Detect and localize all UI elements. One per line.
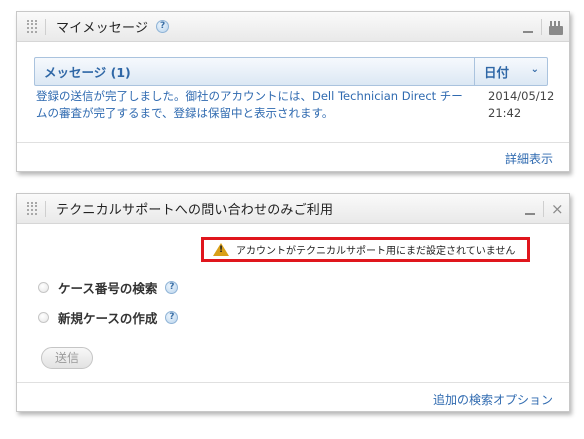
header-action-divider bbox=[543, 201, 544, 217]
help-icon[interactable]: ? bbox=[165, 311, 179, 324]
minimize-icon[interactable] bbox=[525, 200, 535, 218]
submit-button[interactable]: 送信 bbox=[41, 347, 93, 369]
details-link[interactable]: 詳細表示 bbox=[505, 150, 553, 167]
header-divider bbox=[45, 18, 46, 35]
my-messages-header: マイメッセージ ? bbox=[17, 12, 569, 42]
case-search-radio[interactable] bbox=[38, 282, 49, 293]
header-actions bbox=[523, 18, 563, 36]
chevron-down-icon[interactable]: ⌄ bbox=[531, 64, 539, 75]
message-date-day: 2014/05/12 bbox=[488, 89, 555, 103]
message-date-time: 21:42 bbox=[488, 106, 522, 120]
message-column-header[interactable]: メッセージ (1) bbox=[35, 62, 547, 81]
tech-support-header: テクニカルサポートへの問い合わせのみご利用 × bbox=[17, 194, 569, 224]
my-messages-panel: マイメッセージ ? メッセージ (1) 日付 ⌄ 登録の送信が完了しました。御社… bbox=[16, 11, 570, 172]
panel-footer-divider bbox=[17, 142, 569, 143]
folder-icon[interactable] bbox=[549, 19, 563, 35]
header-action-divider bbox=[541, 19, 542, 35]
tech-support-panel: テクニカルサポートへの問い合わせのみご利用 × アカウントがテクニカルサポート用… bbox=[16, 193, 570, 412]
header-actions: × bbox=[525, 200, 564, 218]
panel-title: マイメッセージ bbox=[56, 21, 149, 36]
message-text-link[interactable]: 登録の送信が完了しました。御社のアカウントには、Dell Technician … bbox=[36, 88, 464, 122]
warning-text: アカウントがテクニカルサポート用にまだ設定されていません bbox=[236, 246, 516, 257]
help-icon[interactable]: ? bbox=[156, 20, 170, 33]
new-case-radio[interactable] bbox=[38, 312, 49, 323]
more-search-options-link[interactable]: 追加の検索オプション bbox=[433, 391, 553, 408]
date-column-label: 日付 bbox=[484, 65, 510, 80]
account-warning-banner: アカウントがテクニカルサポート用にまだ設定されていません bbox=[201, 237, 530, 262]
date-column-header[interactable]: 日付 ⌄ bbox=[474, 58, 547, 85]
minimize-icon[interactable] bbox=[523, 18, 533, 36]
option-new-case[interactable]: 新規ケースの作成 ? bbox=[38, 308, 179, 327]
panel-title: テクニカルサポートへの問い合わせのみご利用 bbox=[56, 203, 334, 218]
header-divider bbox=[45, 200, 46, 217]
case-search-label[interactable]: ケース番号の検索 bbox=[58, 278, 157, 297]
message-date: 2014/05/12 21:42 bbox=[488, 88, 558, 122]
drag-handle-icon[interactable] bbox=[27, 19, 37, 34]
warning-icon bbox=[213, 243, 229, 256]
table-row[interactable]: 登録の送信が完了しました。御社のアカウントには、Dell Technician … bbox=[34, 86, 554, 126]
messages-table-header: メッセージ (1) 日付 ⌄ bbox=[34, 57, 548, 86]
close-icon[interactable]: × bbox=[551, 200, 564, 218]
panel-footer-divider bbox=[17, 382, 569, 383]
help-icon[interactable]: ? bbox=[165, 281, 179, 294]
messages-table: メッセージ (1) 日付 ⌄ 登録の送信が完了しました。御社のアカウントには、D… bbox=[34, 57, 554, 126]
option-case-search[interactable]: ケース番号の検索 ? bbox=[38, 278, 179, 297]
new-case-label[interactable]: 新規ケースの作成 bbox=[58, 308, 157, 327]
drag-handle-icon[interactable] bbox=[27, 201, 37, 216]
